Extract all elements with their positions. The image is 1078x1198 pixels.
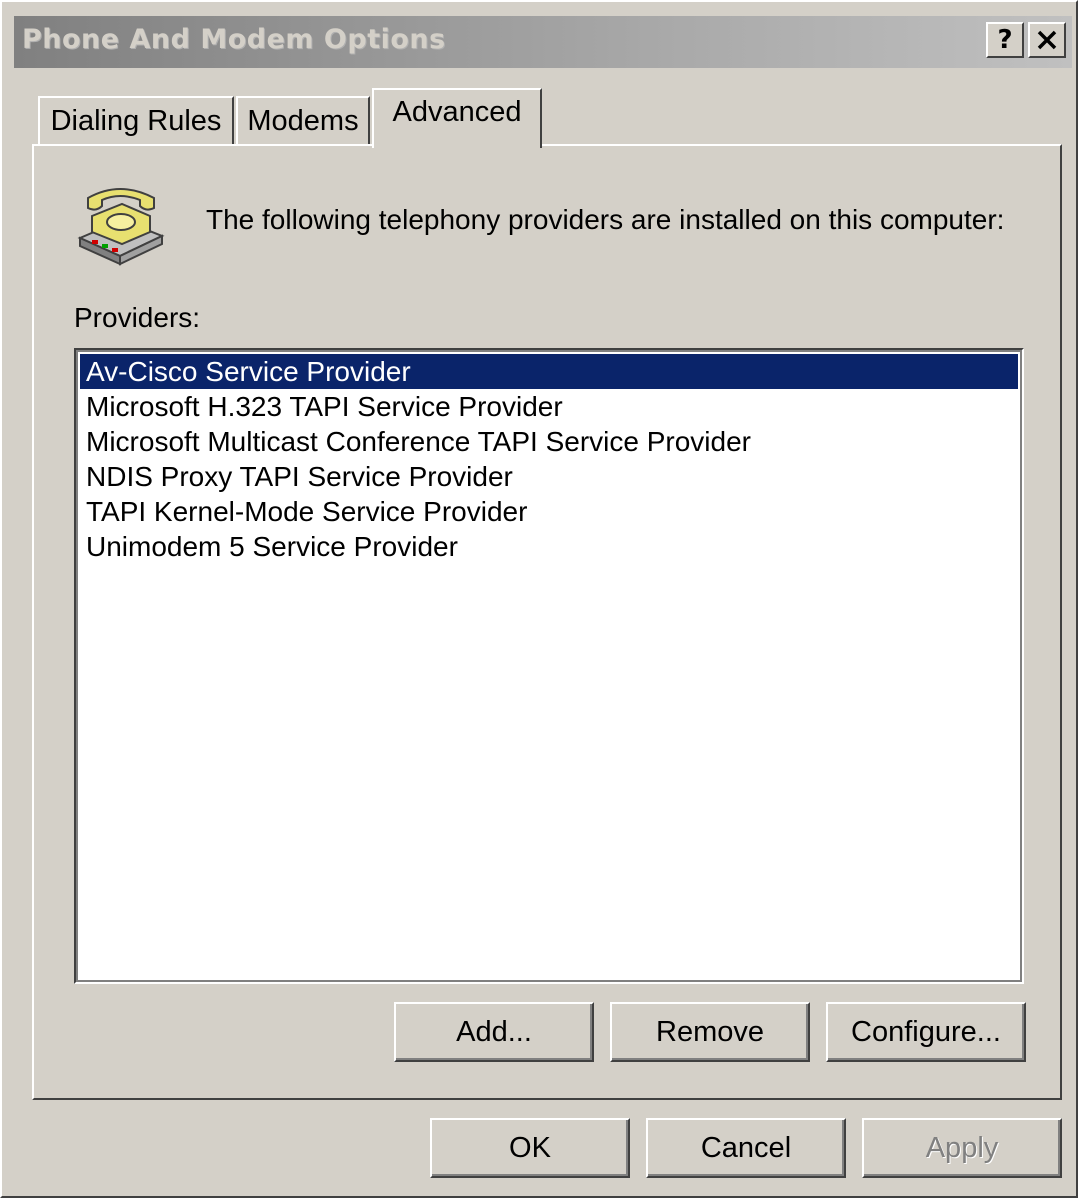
configure-provider-button[interactable]: Configure...	[826, 1002, 1026, 1062]
tab-label: Modems	[247, 104, 359, 137]
provider-list-item[interactable]: Microsoft H.323 TAPI Service Provider	[80, 389, 1018, 424]
provider-list-item[interactable]: Unimodem 5 Service Provider	[80, 529, 1018, 564]
add-provider-button[interactable]: Add...	[394, 1002, 594, 1062]
telephone-icon	[77, 188, 165, 266]
tab-advanced[interactable]: Advanced	[372, 88, 542, 148]
ok-button[interactable]: OK	[430, 1118, 630, 1178]
providers-description: The following telephony providers are in…	[206, 204, 1005, 235]
providers-listbox[interactable]: Av-Cisco Service Provider Microsoft H.32…	[74, 348, 1024, 984]
apply-button[interactable]: Apply	[862, 1118, 1062, 1178]
provider-list-item[interactable]: NDIS Proxy TAPI Service Provider	[80, 459, 1018, 494]
tab-label: Advanced	[392, 95, 522, 128]
tab-modems[interactable]: Modems	[236, 96, 370, 144]
remove-provider-button[interactable]: Remove	[610, 1002, 810, 1062]
providers-label: Providers:	[74, 302, 201, 333]
phone-and-modem-options-dialog: Phone And Modem Options ? Dialing Rules …	[0, 0, 1078, 1198]
close-icon	[1037, 30, 1057, 50]
advanced-tab-panel: The following telephony providers are in…	[32, 144, 1062, 1100]
tab-label: Dialing Rules	[50, 104, 222, 137]
provider-list-item[interactable]: Microsoft Multicast Conference TAPI Serv…	[80, 424, 1018, 459]
window-title: Phone And Modem Options	[22, 24, 446, 55]
help-button[interactable]: ?	[986, 22, 1024, 58]
provider-list-item[interactable]: TAPI Kernel-Mode Service Provider	[80, 494, 1018, 529]
tab-dialing-rules[interactable]: Dialing Rules	[38, 96, 234, 144]
title-bar[interactable]: Phone And Modem Options ?	[14, 16, 1072, 68]
provider-list-item[interactable]: Av-Cisco Service Provider	[80, 354, 1018, 389]
cancel-button[interactable]: Cancel	[646, 1118, 846, 1178]
close-button[interactable]	[1028, 22, 1066, 58]
